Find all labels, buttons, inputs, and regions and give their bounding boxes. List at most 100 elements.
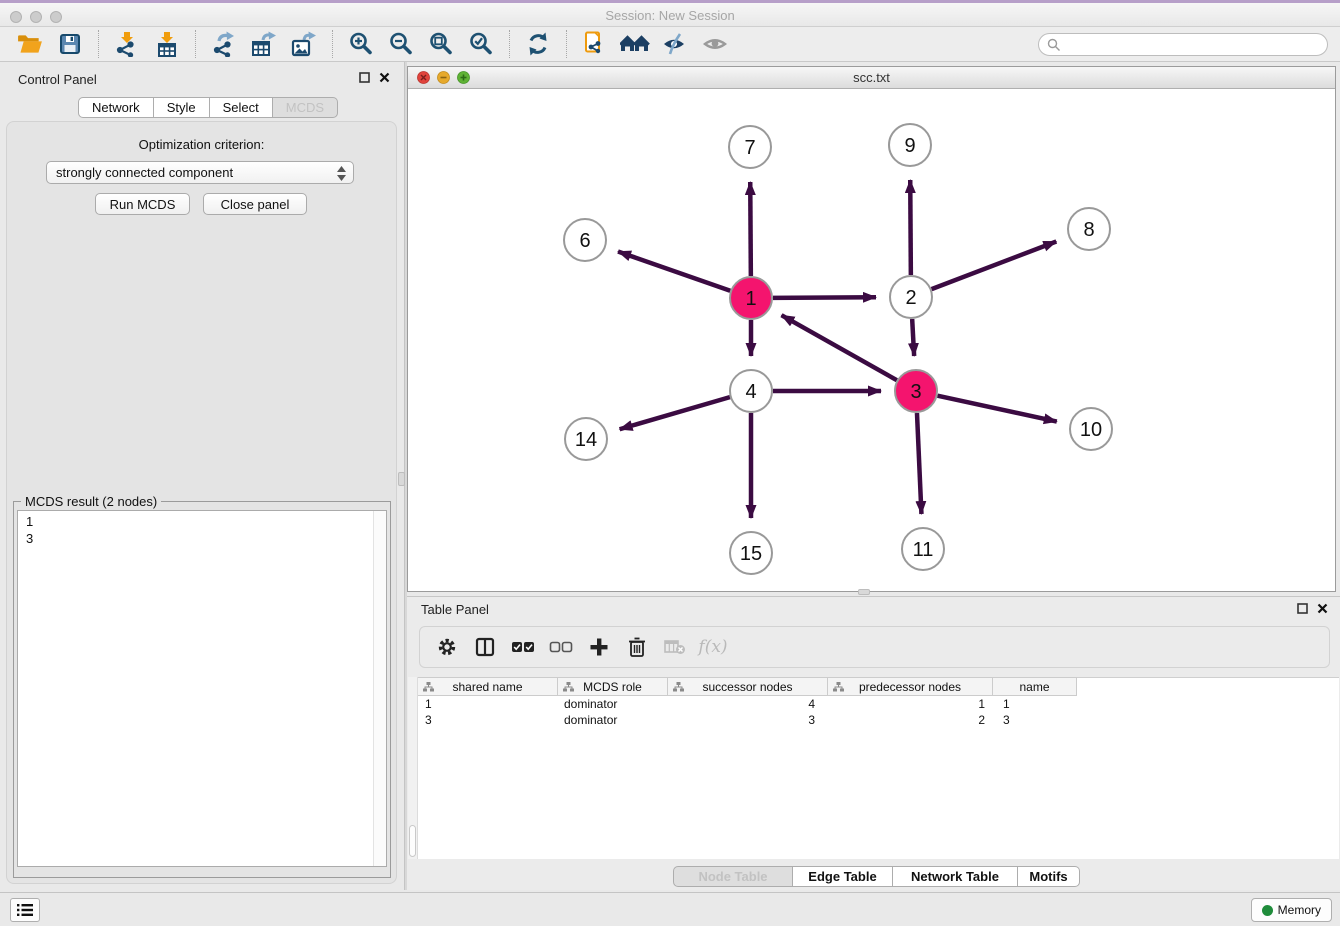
zoom-out-button[interactable] [386, 30, 416, 58]
trash-icon [628, 637, 646, 657]
mcds-result-title: MCDS result (2 nodes) [21, 494, 161, 509]
mcds-result-box[interactable]: 1 3 [17, 510, 387, 867]
splitter-grip[interactable] [398, 472, 405, 486]
table-scrollbar[interactable] [408, 677, 418, 859]
table-row[interactable]: 1 dominator 4 1 1 [418, 696, 1077, 712]
zoom-fit-button[interactable] [426, 30, 456, 58]
cell-predecessor-nodes[interactable]: 2 [828, 713, 993, 727]
open-session-button[interactable] [15, 30, 45, 58]
edge-2-9[interactable] [910, 180, 911, 275]
node-label-2: 2 [905, 287, 916, 309]
edge-2-8[interactable] [932, 241, 1057, 289]
cell-predecessor-nodes[interactable]: 1 [828, 697, 993, 711]
export-network-button[interactable] [209, 30, 239, 58]
status-bar: Memory [0, 892, 1340, 926]
search-box[interactable] [1038, 33, 1328, 56]
cell-shared-name[interactable]: 1 [418, 697, 558, 711]
hide-details-button[interactable] [660, 30, 690, 58]
node-label-6: 6 [579, 230, 590, 252]
table-scrollbar-thumb[interactable] [409, 825, 416, 857]
save-session-button[interactable] [55, 30, 85, 58]
app-title: Session: New Session [0, 8, 1340, 23]
tab-select[interactable]: Select [210, 97, 273, 118]
edge-3-11[interactable] [917, 413, 921, 514]
show-details-button[interactable] [700, 30, 730, 58]
zoom-fit-icon [428, 31, 454, 57]
network-window-titlebar[interactable]: scc.txt [408, 67, 1335, 89]
tab-network[interactable]: Network [78, 97, 154, 118]
edge-1-2[interactable] [773, 297, 876, 298]
edge-4-14[interactable] [620, 397, 730, 429]
edge-3-1[interactable] [781, 315, 896, 380]
close-panel-icon[interactable] [379, 72, 390, 83]
delete-column-button[interactable] [625, 635, 649, 659]
overview-button[interactable] [620, 30, 650, 58]
optimization-criterion-label: Optimization criterion: [7, 137, 396, 152]
tab-mcds[interactable]: MCDS [273, 97, 338, 118]
network-window: scc.txt 7968124314101511 [407, 66, 1336, 592]
save-icon [58, 32, 82, 56]
show-columns-button[interactable] [473, 635, 497, 659]
node-label-15: 15 [740, 543, 762, 565]
run-mcds-button[interactable]: Run MCDS [95, 193, 190, 215]
task-history-button[interactable] [10, 898, 40, 922]
mcds-result-values: 1 3 [18, 511, 386, 549]
criterion-select[interactable]: strongly connected component [46, 161, 354, 184]
float-panel-icon[interactable] [1297, 603, 1308, 614]
export-image-button[interactable] [289, 30, 319, 58]
zoom-selected-button[interactable] [466, 30, 496, 58]
control-panel-title: Control Panel [18, 72, 97, 87]
column-header-successor-nodes[interactable]: successor nodes [668, 678, 828, 695]
clone-network-button[interactable] [580, 30, 610, 58]
cell-mcds-role[interactable]: dominator [558, 713, 668, 727]
tab-node-table[interactable]: Node Table [673, 866, 793, 887]
toolbar-separator [195, 30, 196, 58]
cell-successor-nodes[interactable]: 3 [668, 713, 828, 727]
table-settings-button[interactable] [435, 635, 459, 659]
hierarchy-icon [563, 682, 574, 692]
delete-table-button[interactable] [663, 635, 687, 659]
add-column-button[interactable] [587, 635, 611, 659]
import-table-button[interactable] [152, 30, 182, 58]
result-scrollbar[interactable] [373, 511, 386, 866]
memory-button[interactable]: Memory [1251, 898, 1332, 922]
network-canvas[interactable]: 7968124314101511 [408, 89, 1335, 591]
edge-1-6[interactable] [618, 252, 730, 291]
deselect-all-rows-button[interactable] [549, 635, 573, 659]
edge-2-3[interactable] [912, 319, 914, 356]
table-row[interactable]: 3 dominator 3 2 3 [418, 712, 1077, 728]
edge-1-7[interactable] [750, 182, 751, 276]
tab-network-table[interactable]: Network Table [893, 866, 1018, 887]
export-table-button[interactable] [249, 30, 279, 58]
stepper-icon [336, 165, 347, 182]
edge-3-10[interactable] [937, 396, 1056, 422]
cell-shared-name[interactable]: 3 [418, 713, 558, 727]
tab-motifs[interactable]: Motifs [1018, 866, 1080, 887]
select-all-rows-button[interactable] [511, 635, 535, 659]
cell-mcds-role[interactable]: dominator [558, 697, 668, 711]
close-panel-button[interactable]: Close panel [203, 193, 307, 215]
close-panel-icon[interactable] [1317, 603, 1328, 614]
cell-successor-nodes[interactable]: 4 [668, 697, 828, 711]
zoom-selected-icon [468, 31, 494, 57]
eye-gray-icon [701, 31, 729, 57]
tab-edge-table[interactable]: Edge Table [793, 866, 893, 887]
cell-name[interactable]: 1 [993, 697, 1077, 711]
float-panel-icon[interactable] [359, 72, 370, 83]
gear-icon [437, 637, 457, 657]
tab-style[interactable]: Style [154, 97, 210, 118]
column-header-mcds-role[interactable]: MCDS role [558, 678, 668, 695]
toolbar-separator [98, 30, 99, 58]
refresh-button[interactable] [523, 30, 553, 58]
splitter-grip-horizontal[interactable] [858, 589, 870, 595]
column-header-shared-name[interactable]: shared name [418, 678, 558, 695]
zoom-in-button[interactable] [346, 30, 376, 58]
cell-name[interactable]: 3 [993, 713, 1077, 727]
import-network-button[interactable] [112, 30, 142, 58]
column-header-predecessor-nodes[interactable]: predecessor nodes [828, 678, 993, 695]
function-builder-button[interactable]: f(x) [701, 635, 725, 659]
column-header-name[interactable]: name [993, 678, 1077, 695]
search-input[interactable] [1061, 36, 1327, 54]
node-label-3: 3 [910, 381, 921, 403]
two-houses-icon [620, 32, 650, 56]
